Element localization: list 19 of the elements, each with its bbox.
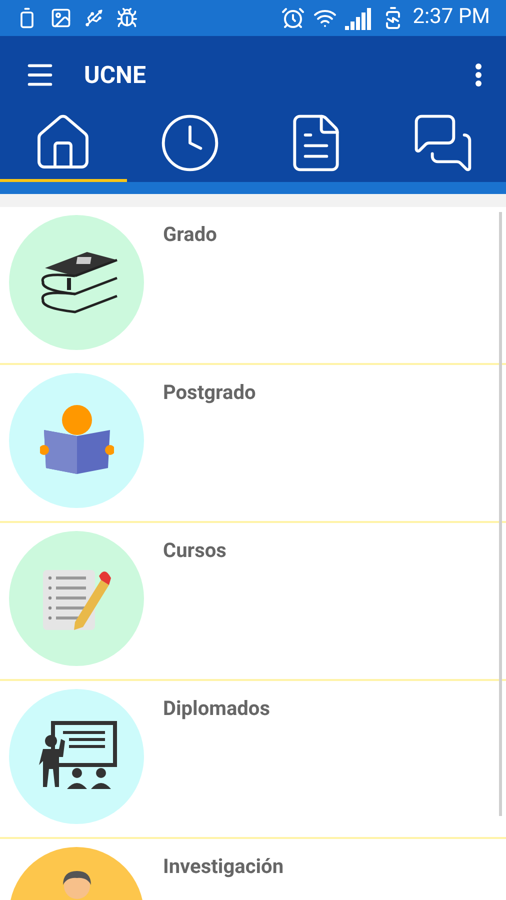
item-title: Grado [163, 221, 217, 248]
image-icon [50, 7, 72, 29]
more-options-button[interactable] [475, 63, 482, 87]
list-item[interactable]: Postgrado [0, 365, 506, 523]
list-item[interactable]: Investigación [0, 839, 506, 900]
list-item[interactable]: Diplomados [0, 681, 506, 839]
app-title: UCNE [84, 60, 146, 91]
item-title: Diplomados [163, 695, 270, 722]
item-title: Investigación [163, 853, 284, 880]
status-time: 2:37 PM [412, 4, 490, 32]
item-title: Cursos [163, 537, 226, 564]
bug-icon [116, 7, 138, 29]
more-icon [475, 63, 482, 87]
item-title: Postgrado [163, 379, 256, 406]
signal-icon [344, 6, 373, 30]
usb-icon [84, 8, 104, 28]
list-item[interactable]: Grado [0, 207, 506, 365]
alarm-icon [280, 6, 305, 30]
list-item[interactable]: Cursos [0, 523, 506, 681]
